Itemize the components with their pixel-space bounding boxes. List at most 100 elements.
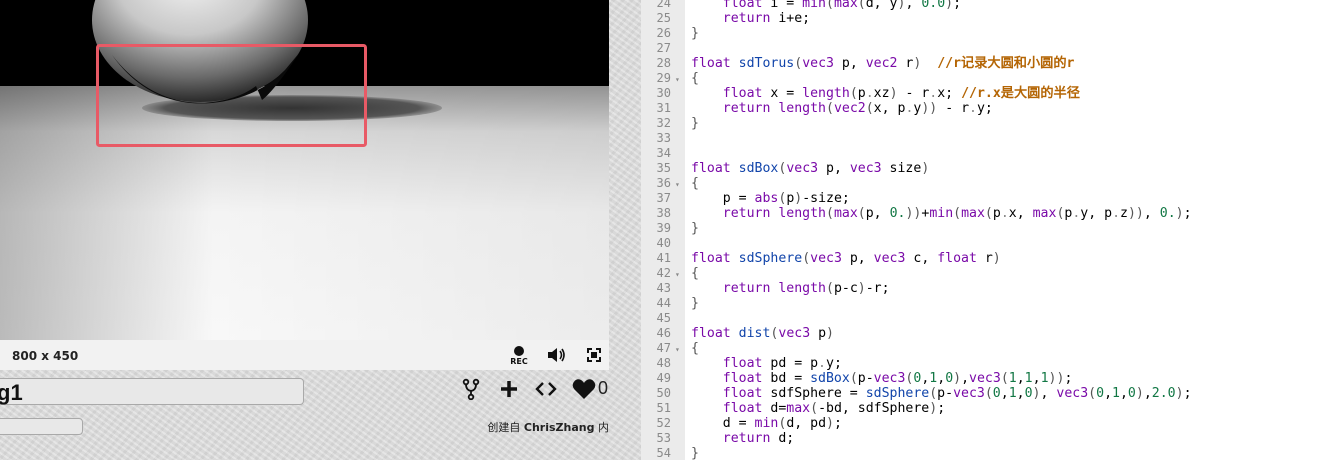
line-code: { bbox=[691, 71, 699, 86]
code-line[interactable]: 25 return i+e; bbox=[641, 11, 1336, 26]
created-suffix: 内 bbox=[598, 421, 609, 434]
code-line[interactable]: 40 bbox=[641, 236, 1336, 251]
add-icon[interactable] bbox=[499, 378, 519, 404]
code-line[interactable]: 29 ▾ { bbox=[641, 71, 1336, 86]
line-code: { bbox=[691, 341, 699, 356]
line-code: return length(max(p, 0.))+min(max(p.x, m… bbox=[722, 206, 1192, 221]
code-line[interactable]: 32} bbox=[641, 116, 1336, 131]
fold-arrow-icon[interactable]: ▾ bbox=[675, 177, 680, 192]
shader-panel: 800 x 450 REC g1 0 创建自 ChrisZhang 内 bbox=[0, 0, 641, 460]
line-number: 35 bbox=[656, 161, 671, 175]
line-code: } bbox=[691, 446, 699, 460]
line-number: 40 bbox=[656, 236, 671, 250]
code-line[interactable]: 38 return length(max(p, 0.))+min(max(p.x… bbox=[641, 206, 1336, 221]
record-button[interactable]: REC bbox=[508, 345, 530, 369]
line-number: 54 bbox=[656, 446, 671, 460]
line-number: 26 bbox=[656, 26, 671, 40]
line-code: float dist(vec3 p) bbox=[691, 326, 834, 341]
code-line[interactable]: 47 ▾ { bbox=[641, 341, 1336, 356]
code-line[interactable]: 41 float sdSphere(vec3 p, vec3 c, float r… bbox=[641, 251, 1336, 266]
line-number: 41 bbox=[656, 251, 671, 265]
line-number: 51 bbox=[656, 401, 671, 415]
author-link[interactable]: ChrisZhang bbox=[524, 421, 595, 434]
line-code: } bbox=[691, 296, 699, 311]
code-line[interactable]: 39} bbox=[641, 221, 1336, 236]
line-code: float sdfSphere = sdSphere(p-vec3(0,1,0)… bbox=[722, 386, 1192, 401]
code-line[interactable]: 46 float dist(vec3 p) bbox=[641, 326, 1336, 341]
code-line[interactable]: 33 bbox=[641, 131, 1336, 146]
line-code: p = abs(p)-size; bbox=[691, 191, 850, 206]
line-number: 43 bbox=[656, 281, 671, 295]
line-number: 39 bbox=[656, 221, 671, 235]
fullscreen-icon[interactable] bbox=[586, 347, 602, 367]
code-line[interactable]: 52 d = min(d, pd); bbox=[641, 416, 1336, 431]
code-line[interactable]: 26} bbox=[641, 26, 1336, 41]
line-number: 44 bbox=[656, 296, 671, 310]
line-number: 49 bbox=[656, 371, 671, 385]
line-code: return i+e; bbox=[722, 11, 811, 26]
created-by: 创建自 ChrisZhang 内 bbox=[487, 419, 609, 435]
code-line[interactable]: 30 float x = length(p.xz) - r.x; //r.x是大… bbox=[641, 86, 1336, 101]
line-number: 45 bbox=[656, 311, 671, 325]
line-code: } bbox=[691, 221, 699, 236]
line-code: return length(p-c)-r; bbox=[722, 281, 890, 296]
created-prefix: 创建自 bbox=[487, 421, 521, 434]
code-line[interactable]: 51 float d=max(-bd, sdfSphere); bbox=[641, 401, 1336, 416]
code-line[interactable]: 37 p = abs(p)-size; bbox=[641, 191, 1336, 206]
fold-arrow-icon[interactable]: ▾ bbox=[675, 342, 680, 357]
line-code: return length(vec2(x, p.y)) - r.y; bbox=[722, 101, 993, 116]
code-line[interactable]: 35 float sdBox(vec3 p, vec3 size) bbox=[641, 161, 1336, 176]
code-line[interactable]: 54} bbox=[641, 446, 1336, 460]
shader-canvas[interactable] bbox=[0, 0, 609, 340]
fork-icon[interactable] bbox=[461, 378, 481, 404]
line-code: float i = min(max(d, y), 0.0); bbox=[722, 0, 962, 11]
line-number: 34 bbox=[656, 146, 671, 160]
code-line[interactable]: 28 float sdTorus(vec3 p, vec2 r) //r记录大圆和… bbox=[641, 56, 1336, 71]
code-editor[interactable]: 24 float i = min(max(d, y), 0.0); 25 retu… bbox=[641, 0, 1336, 460]
code-line[interactable]: 36 ▾ { bbox=[641, 176, 1336, 191]
code-line[interactable]: 45 bbox=[641, 311, 1336, 326]
like-count: 0 bbox=[598, 378, 609, 398]
record-icon bbox=[514, 346, 524, 356]
code-line[interactable]: 48 float pd = p.y; bbox=[641, 356, 1336, 371]
code-line[interactable]: 43 return length(p-c)-r; bbox=[641, 281, 1336, 296]
code-line[interactable]: 31 return length(vec2(x, p.y)) - r.y; bbox=[641, 101, 1336, 116]
code-line[interactable]: 34 bbox=[641, 146, 1336, 161]
code-line[interactable]: 49 float bd = sdBox(p-vec3(0,1,0),vec3(1… bbox=[641, 371, 1336, 386]
line-number: 47 bbox=[656, 341, 671, 355]
code-line[interactable]: 53 return d; bbox=[641, 431, 1336, 446]
line-number: 27 bbox=[656, 41, 671, 55]
fold-arrow-icon[interactable]: ▾ bbox=[675, 267, 680, 282]
resolution-label: 800 x 450 bbox=[12, 349, 79, 363]
fold-arrow-icon[interactable]: ▾ bbox=[675, 72, 680, 87]
line-number: 53 bbox=[656, 431, 671, 445]
line-number: 31 bbox=[656, 101, 671, 115]
line-code: float x = length(p.xz) - r.x; //r.x是大圆的半… bbox=[722, 86, 1080, 101]
line-code: float bd = sdBox(p-vec3(0,1,0),vec3(1,1,… bbox=[722, 371, 1073, 386]
line-number: 38 bbox=[656, 206, 671, 220]
heart-icon[interactable] bbox=[572, 378, 596, 404]
tags-field[interactable] bbox=[0, 418, 83, 435]
line-number: 37 bbox=[656, 191, 671, 205]
code-line[interactable]: 27 bbox=[641, 41, 1336, 56]
code-line[interactable]: 24 float i = min(max(d, y), 0.0); bbox=[641, 0, 1336, 11]
line-number: 28 bbox=[656, 56, 671, 70]
line-number: 33 bbox=[656, 131, 671, 145]
code-icon[interactable] bbox=[535, 378, 557, 404]
line-code: } bbox=[691, 26, 699, 41]
code-line[interactable]: 42 ▾ { bbox=[641, 266, 1336, 281]
code-line[interactable]: 44} bbox=[641, 296, 1336, 311]
line-code: float sdTorus(vec3 p, vec2 r) //r记录大圆和小圆… bbox=[691, 56, 1075, 71]
sound-icon[interactable] bbox=[547, 346, 567, 368]
shader-title[interactable]: g1 bbox=[0, 378, 304, 405]
line-code: float d=max(-bd, sdfSphere); bbox=[722, 401, 946, 416]
code-line[interactable]: 50 float sdfSphere = sdSphere(p-vec3(0,1… bbox=[641, 386, 1336, 401]
preview-toolbar: 800 x 450 REC bbox=[0, 340, 609, 370]
line-number: 46 bbox=[656, 326, 671, 340]
line-code: float sdBox(vec3 p, vec3 size) bbox=[691, 161, 930, 176]
line-number: 48 bbox=[656, 356, 671, 370]
record-label: REC bbox=[510, 357, 528, 366]
line-number: 24 bbox=[656, 0, 671, 10]
line-code: { bbox=[691, 266, 699, 281]
line-code: return d; bbox=[722, 431, 795, 446]
